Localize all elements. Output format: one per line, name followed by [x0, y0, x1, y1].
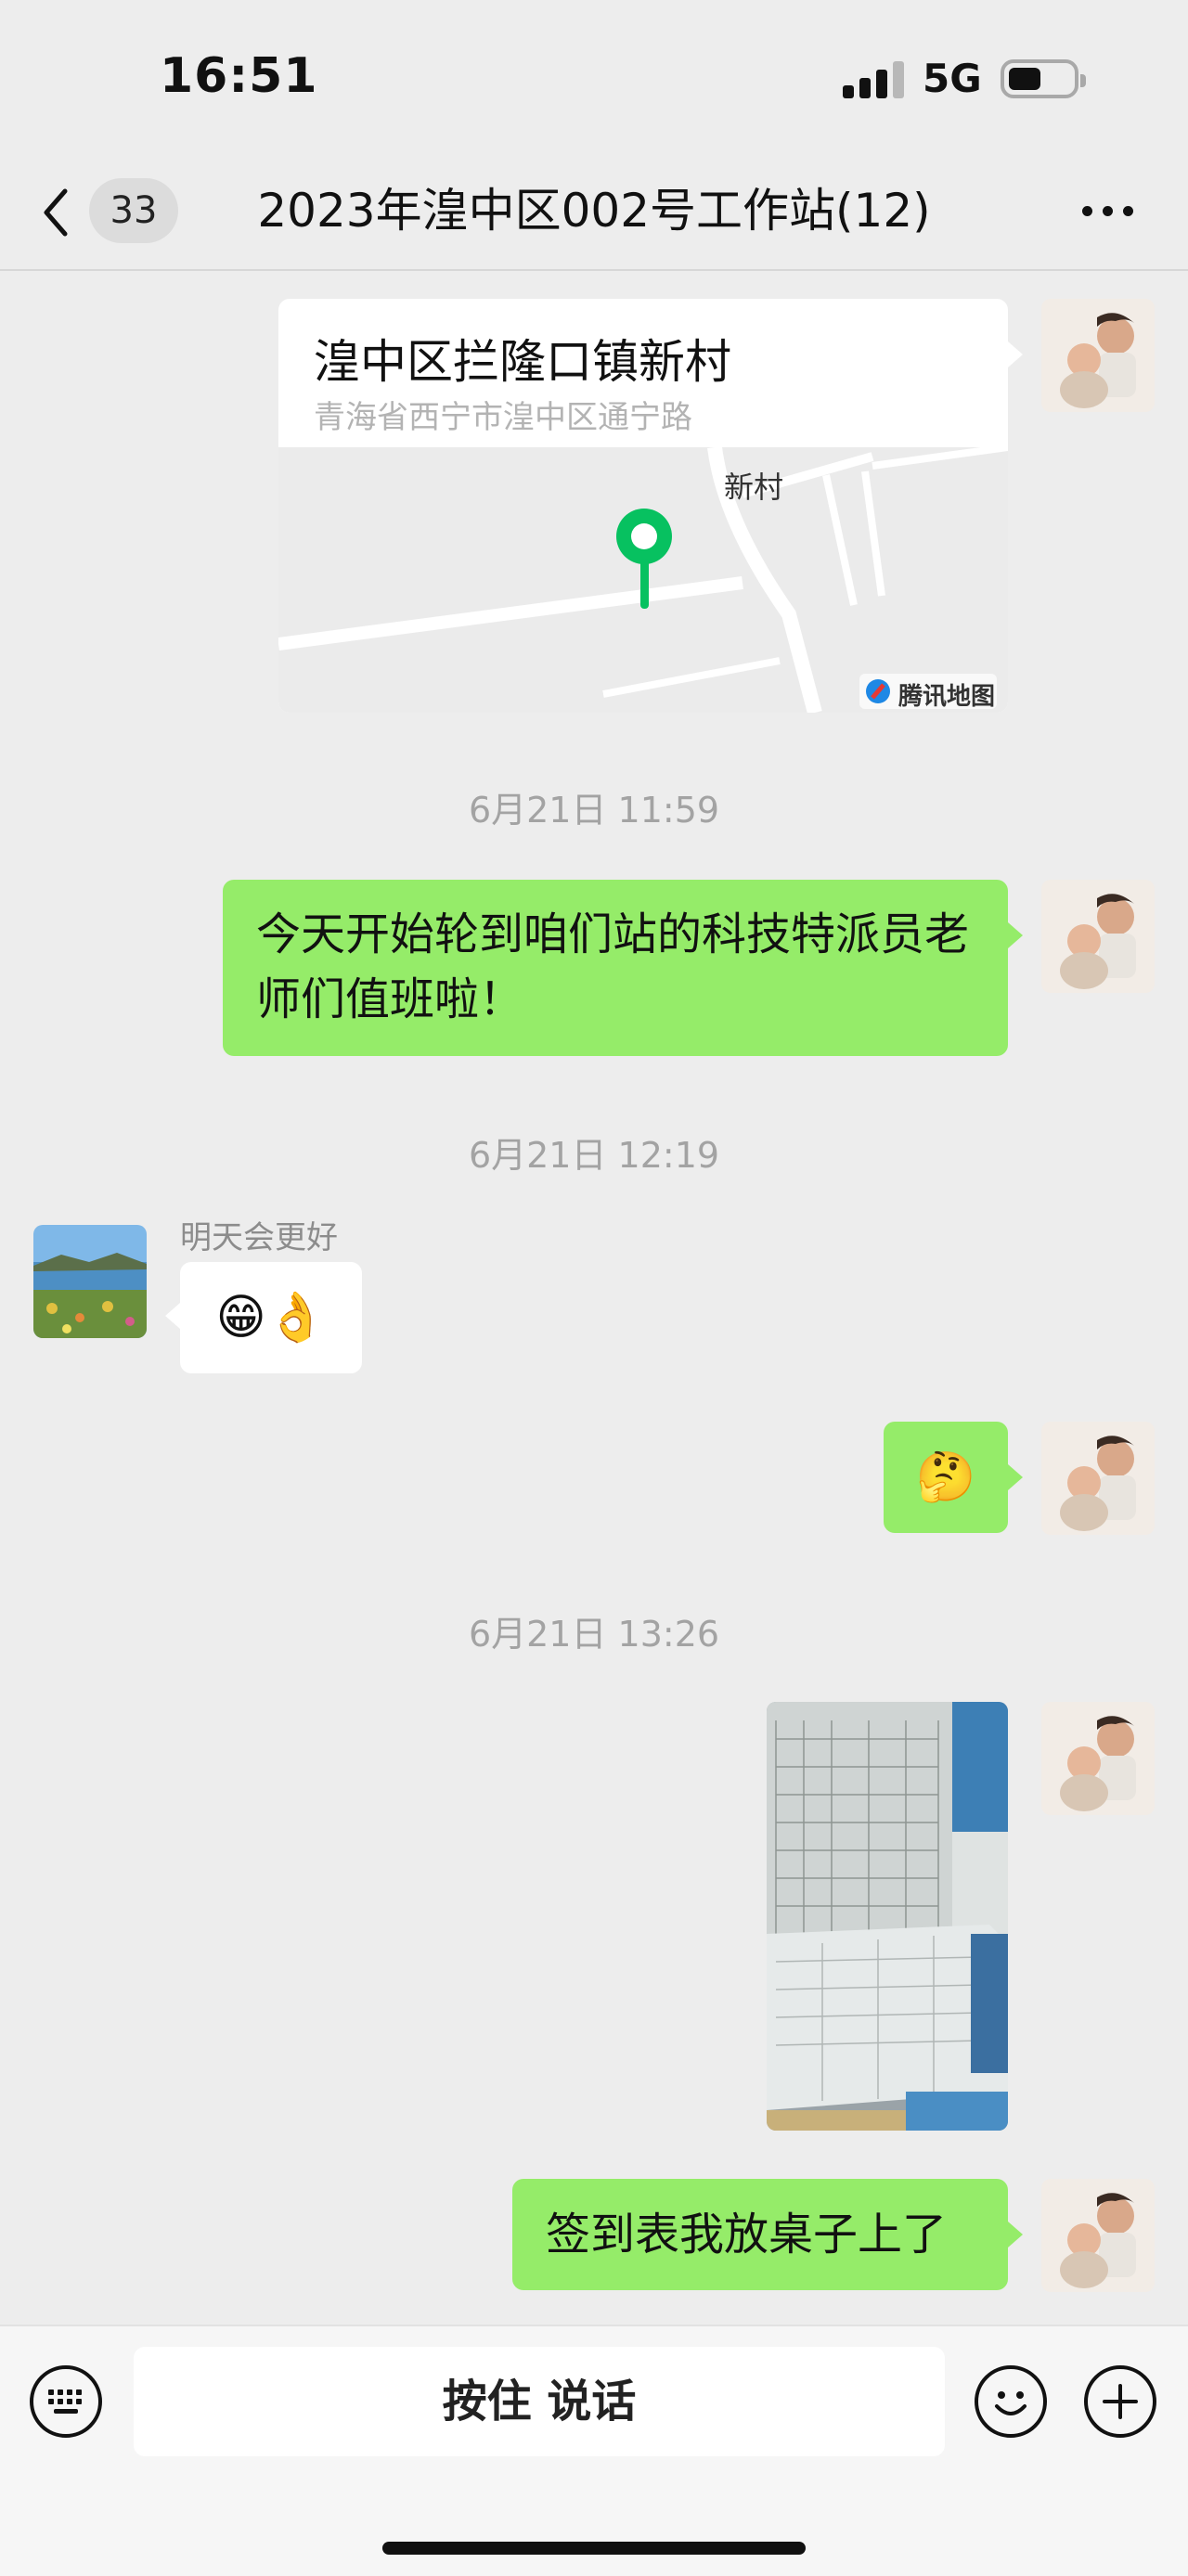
- child-photo-icon: [1041, 299, 1155, 412]
- child-photo-icon: [1041, 880, 1155, 993]
- self-avatar[interactable]: [1041, 2179, 1155, 2292]
- bubble-tail: [1008, 341, 1023, 367]
- self-avatar[interactable]: [1041, 1702, 1155, 1815]
- sent-text-message[interactable]: 签到表我放桌子上了: [512, 2179, 1008, 2290]
- status-bar: 16:51 5G: [0, 0, 1188, 158]
- landscape-photo-icon: [33, 1225, 147, 1338]
- self-avatar[interactable]: [1041, 880, 1155, 993]
- chevron-left-icon: [44, 188, 68, 237]
- bubble-tail: [165, 1303, 180, 1329]
- child-photo-icon: [1041, 1422, 1155, 1535]
- battery-icon: [1001, 59, 1086, 98]
- smiley-icon: [995, 2391, 1027, 2415]
- map-place-label: 新村: [724, 470, 784, 505]
- timestamp: 6月21日 12:19: [468, 1135, 720, 1176]
- message-text: 今天开始轮到咱们站的科技特派员老师们值班啦！: [256, 908, 970, 1025]
- sign-in-sheet-photo: [767, 1702, 1008, 2131]
- location-address: 青海省西宁市湟中区通宁路: [314, 399, 692, 436]
- emoji-button[interactable]: [975, 2365, 1047, 2438]
- unread-count-badge[interactable]: 33: [89, 178, 178, 243]
- location-message[interactable]: 湟中区拦隆口镇新村 青海省西宁市湟中区通宁路 新村 腾讯地图: [278, 299, 1008, 713]
- more-button[interactable]: [1082, 193, 1138, 230]
- status-time: 16:51: [160, 48, 318, 104]
- self-avatar[interactable]: [1041, 1422, 1155, 1535]
- keyboard-icon: [48, 2389, 82, 2414]
- bubble-tail: [1008, 922, 1023, 948]
- emoji-text: 🤔: [915, 1449, 976, 1505]
- sent-image-message[interactable]: [767, 1702, 1008, 2131]
- timestamp: 6月21日 11:59: [468, 790, 720, 831]
- plus-icon: [1103, 2384, 1138, 2419]
- sent-emoji-message[interactable]: 🤔: [884, 1422, 1008, 1533]
- chat-input-bar: 按住 说话: [0, 2325, 1188, 2576]
- signal-icon: [843, 61, 904, 98]
- child-photo-icon: [1041, 1702, 1155, 1815]
- add-button[interactable]: [1084, 2365, 1156, 2438]
- location-map: 新村 腾讯地图: [278, 444, 1008, 713]
- chat-header: 33 2023年湟中区002号工作站(12): [0, 158, 1188, 271]
- sender-avatar[interactable]: [33, 1225, 147, 1338]
- timestamp: 6月21日 13:26: [468, 1614, 720, 1655]
- self-avatar[interactable]: [1041, 299, 1155, 412]
- bubble-tail: [1008, 2222, 1023, 2248]
- keyboard-button[interactable]: [30, 2365, 102, 2438]
- sender-name: 明天会更好: [180, 1219, 338, 1256]
- emoji-text: 😁👌: [215, 1290, 327, 1346]
- network-type: 5G: [923, 56, 982, 101]
- message-text: 签到表我放桌子上了: [546, 2209, 948, 2260]
- bubble-tail: [1008, 1464, 1023, 1490]
- chat-title: 2023年湟中区002号工作站(12): [257, 184, 931, 238]
- home-indicator[interactable]: [382, 2542, 806, 2555]
- location-title: 湟中区拦隆口镇新村: [314, 335, 731, 389]
- map-icon: [278, 444, 1008, 713]
- back-button[interactable]: [37, 180, 93, 245]
- map-provider-label: 腾讯地图: [898, 683, 996, 711]
- received-emoji-message[interactable]: 😁👌: [180, 1262, 362, 1373]
- child-photo-icon: [1041, 2179, 1155, 2292]
- sent-text-message[interactable]: 今天开始轮到咱们站的科技特派员老师们值班啦！: [223, 880, 1008, 1056]
- hold-to-talk-button[interactable]: 按住 说话: [134, 2347, 945, 2456]
